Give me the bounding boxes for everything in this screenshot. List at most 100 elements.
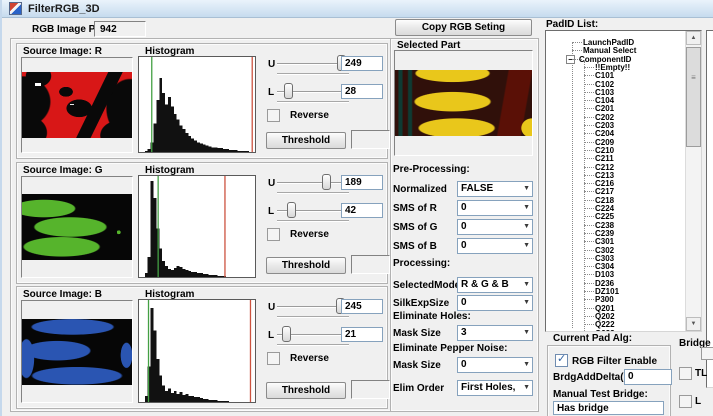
scrollbar-thumb[interactable]: ≡	[686, 47, 701, 147]
l-slider[interactable]	[277, 202, 347, 220]
tree-line	[584, 316, 594, 317]
chevron-down-icon: ▼	[523, 242, 530, 249]
reverse-label: Reverse	[290, 229, 329, 240]
tree-line	[584, 92, 594, 93]
tree-line	[584, 142, 594, 143]
l-slider-thumb[interactable]	[282, 326, 291, 342]
reverse-label: Reverse	[290, 110, 329, 121]
tree-line	[584, 158, 594, 159]
u-label: U	[268, 302, 275, 313]
histogram-plot	[139, 57, 255, 152]
l-slider-thumb[interactable]	[284, 83, 293, 99]
threshold-button[interactable]: Threshold	[266, 257, 346, 274]
window-titlebar[interactable]: FilterRGB_3D	[0, 0, 713, 18]
l-slider[interactable]	[277, 326, 347, 344]
threshold-result-box	[351, 130, 390, 149]
l-value-input[interactable]: 28	[341, 84, 383, 99]
histogram-frame	[138, 175, 256, 278]
tree-line	[584, 233, 594, 234]
manual-test-bridge-input[interactable]: Has bridge	[553, 401, 664, 415]
section-header: Eliminate Holes:	[393, 311, 471, 322]
threshold-result-box	[351, 255, 390, 274]
u-slider-thumb[interactable]	[322, 174, 331, 190]
tree-line	[584, 67, 594, 68]
setting-dropdown[interactable]: 0▼	[457, 357, 533, 373]
u-value-input[interactable]: 249	[341, 56, 383, 71]
clipped-right-panel	[706, 30, 713, 388]
slider-track	[277, 182, 347, 183]
channel-image-frame	[21, 57, 133, 153]
tree-line	[584, 283, 594, 284]
u-slider[interactable]	[277, 174, 347, 192]
setting-dropdown[interactable]: R & G & B▼	[457, 277, 533, 293]
bridge-tl-checkbox[interactable]	[679, 367, 692, 380]
threshold-button[interactable]: Threshold	[266, 382, 346, 399]
app-icon	[9, 2, 22, 15]
rgb-filter-checkbox[interactable]: ✓	[555, 354, 568, 367]
u-slider[interactable]	[277, 298, 347, 316]
l-value-input[interactable]: 42	[341, 203, 383, 218]
tree-scrollbar[interactable]: ▲ ≡ ▼	[685, 31, 701, 331]
setting-label: SMS of B	[393, 241, 437, 252]
channel-group: Source Image: G Histogram U 189 L 42 Rev…	[16, 162, 388, 284]
histogram-frame	[138, 56, 256, 153]
histogram-plot	[139, 300, 255, 402]
bridge-l-label: L	[695, 396, 701, 407]
tree-line	[584, 299, 594, 300]
setting-label: SMS of G	[393, 222, 437, 233]
dropdown-value: FALSE	[461, 183, 493, 194]
u-value-input[interactable]: 245	[341, 299, 383, 314]
l-slider[interactable]	[277, 83, 347, 101]
setting-dropdown[interactable]: 0▼	[457, 200, 533, 216]
current-pad-alg-title: Current Pad Alg:	[551, 333, 634, 344]
chevron-down-icon: ▼	[523, 361, 530, 368]
tree-item[interactable]: Q233	[546, 329, 686, 332]
channel-image	[22, 72, 132, 138]
source-image-label: Source Image: G	[23, 165, 102, 176]
padid-list-title: PadID List:	[546, 19, 598, 30]
slider-underline	[277, 73, 349, 74]
u-value-input[interactable]: 189	[341, 175, 383, 190]
bridge-l-checkbox[interactable]	[679, 395, 692, 408]
setting-dropdown[interactable]: 0▼	[457, 219, 533, 235]
tree-line	[584, 133, 594, 134]
threshold-button[interactable]: Threshold	[266, 132, 346, 149]
copy-rgb-setting-button[interactable]: Copy RGB Seting	[395, 19, 532, 36]
window-title: FilterRGB_3D	[28, 3, 100, 15]
l-value-input[interactable]: 21	[341, 327, 383, 342]
tree-line	[584, 308, 594, 309]
padid-tree: LaunchPadIDManual Select−ComponentID!!Em…	[545, 30, 702, 332]
setting-dropdown[interactable]: FALSE▼	[457, 181, 533, 197]
reverse-label: Reverse	[290, 353, 329, 364]
section-header: Processing:	[393, 258, 450, 269]
scroll-up-icon[interactable]: ▲	[686, 31, 701, 45]
tree-item-label: Q233	[595, 329, 615, 332]
bridge-delta-input[interactable]: 0	[624, 369, 672, 385]
reverse-checkbox[interactable]	[267, 109, 280, 122]
chevron-down-icon: ▼	[523, 384, 530, 391]
l-slider-thumb[interactable]	[287, 202, 296, 218]
u-slider[interactable]	[277, 55, 347, 73]
setting-dropdown[interactable]: 3▼	[457, 325, 533, 341]
tree-line	[584, 108, 594, 109]
tree-line	[584, 266, 594, 267]
scroll-down-icon[interactable]: ▼	[686, 317, 701, 331]
chevron-down-icon: ▼	[523, 223, 530, 230]
u-label: U	[268, 178, 275, 189]
dropdown-value: 3	[461, 327, 467, 338]
bridge-clipped-checkbox[interactable]	[701, 347, 713, 360]
channel-image	[22, 194, 132, 260]
reverse-checkbox[interactable]	[267, 228, 280, 241]
channel-group: Source Image: R Histogram U 249 L 28 Rev…	[16, 43, 388, 159]
setting-dropdown[interactable]: 0▼	[457, 238, 533, 254]
setting-dropdown[interactable]: 0▼	[457, 295, 533, 311]
reverse-checkbox[interactable]	[267, 352, 280, 365]
dropdown-value: 0	[461, 359, 467, 370]
pad-id-value: 942	[94, 21, 146, 37]
threshold-result-box	[351, 380, 390, 399]
channel-image	[22, 319, 132, 385]
chevron-down-icon: ▼	[523, 299, 530, 306]
setting-dropdown[interactable]: First Holes,▼	[457, 380, 533, 396]
tree-line	[584, 175, 594, 176]
l-label: L	[268, 206, 274, 217]
